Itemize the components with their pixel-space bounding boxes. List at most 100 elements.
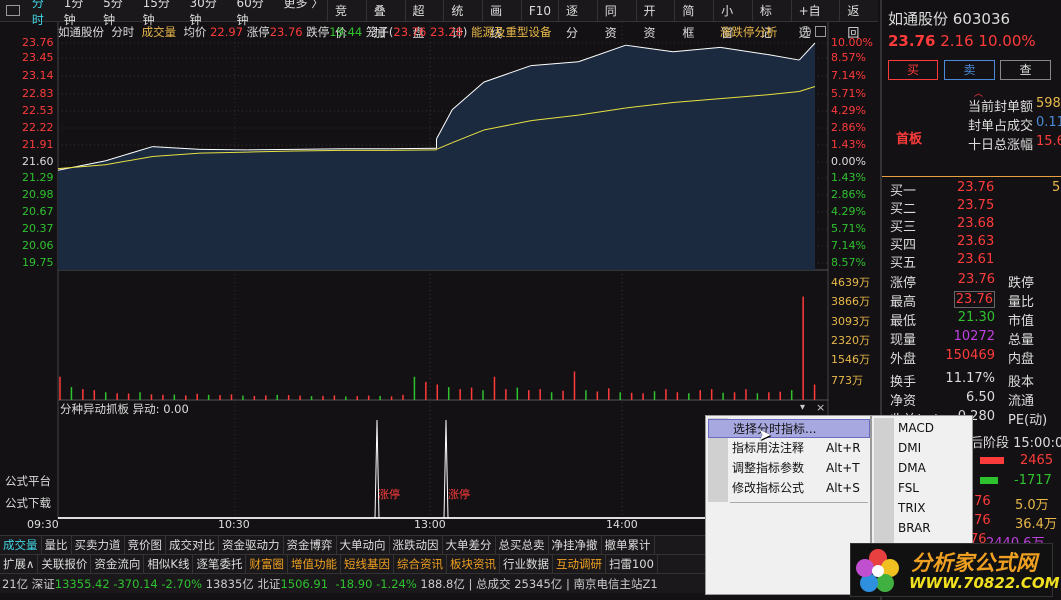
stat-label-2: 量比 — [1008, 295, 1035, 310]
tab-item[interactable]: 相似K线 — [144, 555, 194, 573]
pane-close-icon[interactable]: × — [816, 401, 825, 414]
bid-row[interactable]: 买五 23.61 — [890, 252, 1061, 271]
menu-item[interactable]: 调整指标参数 Alt+T — [708, 459, 870, 478]
tab-item[interactable]: 行业数据 — [500, 555, 553, 573]
tab-item[interactable]: 资金流向 — [91, 555, 145, 573]
pct-tick: 4.29% — [831, 205, 866, 218]
status-bar: 21亿 深证13355.42 -370.14 -2.70% 13835亿 北证1… — [0, 573, 705, 593]
pct-tick: 0.00% — [831, 155, 866, 168]
toolbar-button[interactable]: 竞价 — [327, 0, 366, 40]
toolbar-button[interactable]: 返回 — [839, 0, 878, 40]
seal-row: 当前封单额 598 — [890, 96, 1061, 115]
toolbar-button[interactable]: 标记 — [751, 0, 791, 40]
menu-item[interactable]: 修改指标公式 Alt+S — [708, 479, 870, 498]
volume-tick: 4639万 — [831, 276, 870, 289]
buy-button[interactable]: 买 — [888, 60, 938, 80]
toolbar-button[interactable]: 逐分 — [558, 0, 597, 40]
bid-price: 23.75 — [957, 198, 995, 213]
avg-line-segment — [294, 149, 342, 152]
price-tick: 21.60 — [22, 155, 54, 168]
toolbar-button[interactable]: 简框 — [674, 0, 713, 40]
toolbar-button[interactable]: 开资 — [635, 0, 675, 40]
tab-item[interactable]: 成交对比 — [166, 536, 219, 554]
tab-item[interactable]: 成交量 — [0, 536, 42, 554]
bid-row[interactable]: 买三 23.68 — [890, 216, 1061, 235]
stat-label-2: 市值 — [1008, 314, 1035, 329]
tab-item[interactable]: 净挂净撤 — [549, 536, 602, 554]
price-tick: 21.29 — [22, 171, 54, 184]
logo-name: 分析家公式网 — [911, 551, 1037, 575]
tab-item[interactable]: 综合资讯 — [394, 555, 447, 573]
logo-url: WWW.70822.COM — [909, 574, 1060, 592]
formula-platform-link[interactable]: 公式平台 — [5, 473, 51, 489]
toolbar-button[interactable]: 同资 — [596, 0, 636, 40]
submenu-item[interactable]: MACD — [898, 418, 934, 438]
toolbar-button[interactable]: 统计 — [443, 0, 482, 40]
price-tick: 21.91 — [22, 138, 54, 151]
formula-download-link[interactable]: 公式下载 — [5, 495, 51, 511]
stat-row: 净资 6.50 流通 — [890, 390, 1061, 409]
tab-item[interactable]: 买卖力道 — [72, 536, 125, 554]
tab-item[interactable]: 扫雷100 — [606, 555, 658, 573]
server-label[interactable]: 南京电信主站Z1 — [573, 577, 657, 591]
tick-row: .76 36.4万 — [970, 513, 1061, 532]
tab-item[interactable]: 板块资讯 — [447, 555, 500, 573]
tab-item[interactable]: 撤单累计 — [602, 536, 655, 554]
tab-item[interactable]: 竞价图 — [125, 536, 166, 554]
pct-tick: 1.43% — [831, 138, 866, 151]
menu-item[interactable]: 指标用法注释 Alt+R — [708, 439, 870, 458]
tab-item[interactable]: 关联报价 — [38, 555, 92, 573]
tab-item[interactable]: 总买总卖 — [496, 536, 549, 554]
layout-toggle-icon[interactable] — [6, 5, 20, 16]
tab-item[interactable]: 逐笔委托 — [193, 555, 247, 573]
price-tick: 20.37 — [22, 222, 54, 235]
toolbar-button[interactable]: F10 — [520, 0, 558, 22]
tab-item[interactable]: 短线基因 — [341, 555, 394, 573]
submenu-item[interactable]: DMI — [898, 438, 921, 458]
submenu-item[interactable]: FSL — [898, 478, 919, 498]
submenu-item[interactable]: TRIX — [898, 498, 925, 518]
toolbar-button[interactable]: 超盘 — [404, 0, 444, 40]
tab-item[interactable]: 量比 — [42, 536, 72, 554]
inflow-value: 2465 — [1020, 453, 1054, 468]
pct-tick: 7.14% — [831, 239, 866, 252]
seal-row: 十日总涨幅 15.6 — [890, 134, 1061, 153]
toolbar-button[interactable]: 叠加 — [365, 0, 405, 40]
sz-change: -370.14 — [113, 577, 158, 591]
bid-row[interactable]: 买四 23.63 — [890, 234, 1061, 253]
sell-button[interactable]: 卖 — [944, 60, 995, 80]
stat-value: 23.76 — [953, 291, 995, 308]
tab-item[interactable]: 资金驱动力 — [219, 536, 284, 554]
toolbar-button[interactable]: 小窗 — [713, 0, 752, 40]
avg-line-segment — [389, 149, 437, 151]
tab-item[interactable]: 涨跌动因 — [390, 536, 443, 554]
stat-label: 涨停 — [890, 276, 917, 291]
seal-label: 当前封单额 — [968, 100, 1034, 115]
indicator-spike — [443, 419, 449, 519]
pane-dropdown-icon[interactable]: ▾ — [800, 402, 805, 413]
toolbar-button[interactable]: 画线 — [482, 0, 521, 40]
submenu-item[interactable]: DMA — [898, 458, 926, 478]
seal-value: 0.11 — [1036, 115, 1061, 130]
query-button[interactable]: 查 — [1000, 60, 1051, 80]
tab-item[interactable]: 资金博弈 — [284, 536, 337, 554]
bid-row[interactable]: 买二 23.75 — [890, 198, 1061, 217]
price-tick: 22.53 — [22, 104, 54, 117]
total-value: 25345亿 — [514, 577, 563, 591]
sz-pct: -2.70% — [161, 577, 203, 591]
bz-change: -18.90 — [335, 577, 373, 591]
tab-item[interactable]: 扩展∧ — [0, 555, 39, 573]
submenu-item[interactable]: BRAR — [898, 518, 931, 538]
indicator-label: 异动: — [132, 402, 160, 416]
tab-item[interactable]: 增值功能 — [288, 555, 341, 573]
tick-volume: 36.4万 — [1015, 517, 1057, 532]
toolbar-button[interactable]: +自选 — [790, 0, 840, 40]
bid-label: 买四 — [890, 238, 917, 253]
tab-item[interactable]: 财富圈 — [246, 555, 288, 573]
bid-row[interactable]: 买一 23.76 5 — [890, 180, 1061, 199]
tab-item[interactable]: 互动调研 — [553, 555, 606, 573]
tab-item[interactable]: 大单动向 — [337, 536, 390, 554]
tab-item[interactable]: 大单差分 — [443, 536, 496, 554]
menu-shortcut: Alt+S — [826, 481, 860, 495]
menu-item[interactable]: 选择分时指标... — [708, 419, 870, 438]
